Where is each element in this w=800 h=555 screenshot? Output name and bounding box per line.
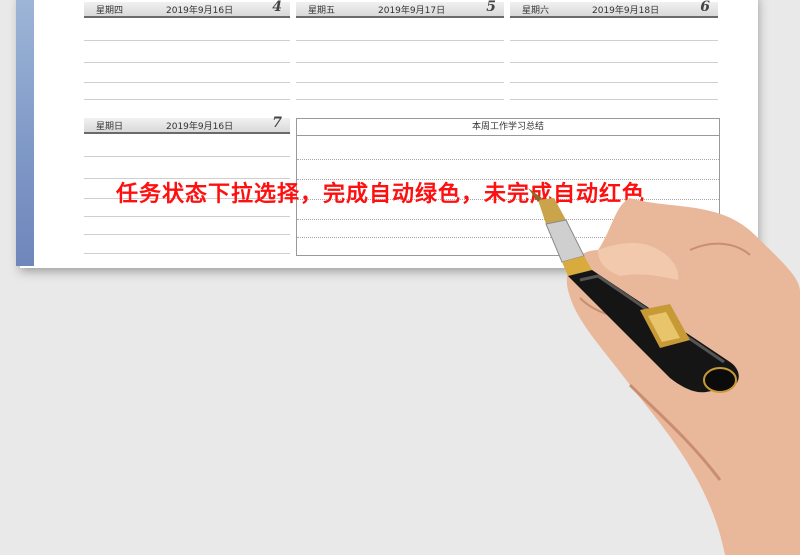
- day-panel-saturday: 星期六 2019年9月18日 6: [510, 0, 718, 100]
- weekday-label: 星期六: [522, 6, 550, 16]
- note-line[interactable]: [84, 156, 290, 157]
- day-panel-friday: 星期五 2019年9月17日 5: [296, 0, 504, 100]
- summary-title: 本周工作学习总结: [297, 119, 719, 136]
- note-line[interactable]: [84, 99, 290, 100]
- day-panel-thursday: 星期四 2019年9月16日 4: [84, 0, 290, 100]
- note-line[interactable]: [296, 62, 504, 63]
- date-label: 2019年9月16日: [166, 6, 234, 16]
- note-line[interactable]: [84, 216, 290, 217]
- note-line[interactable]: [296, 82, 504, 83]
- note-line[interactable]: [84, 253, 290, 254]
- hand-pen-illustration: [528, 188, 800, 555]
- note-line[interactable]: [84, 40, 290, 41]
- day-number: 4: [272, 0, 282, 15]
- note-line[interactable]: [296, 40, 504, 41]
- date-label: 2019年9月18日: [592, 6, 660, 16]
- note-line[interactable]: [510, 99, 718, 100]
- weekday-label: 星期四: [96, 6, 124, 16]
- day-number: 7: [272, 115, 282, 131]
- date-label: 2019年9月17日: [378, 6, 446, 16]
- note-line[interactable]: [510, 40, 718, 41]
- day-header: 星期五 2019年9月17日 5: [296, 0, 504, 18]
- weekday-label: 星期日: [96, 122, 124, 132]
- day-number: 5: [486, 0, 496, 15]
- note-line[interactable]: [296, 99, 504, 100]
- note-line[interactable]: [84, 82, 290, 83]
- weekday-label: 星期五: [308, 6, 336, 16]
- note-line[interactable]: [510, 82, 718, 83]
- day-header: 星期四 2019年9月16日 4: [84, 0, 290, 18]
- day-header: 星期日 2019年9月16日 7: [84, 115, 290, 134]
- note-line[interactable]: [84, 62, 290, 63]
- date-label: 2019年9月16日: [166, 122, 234, 132]
- summary-line[interactable]: [297, 159, 719, 160]
- day-number: 6: [700, 0, 710, 15]
- day-header: 星期六 2019年9月18日 6: [510, 0, 718, 18]
- note-line[interactable]: [510, 62, 718, 63]
- side-color-stripe: [16, 0, 34, 266]
- note-line[interactable]: [84, 234, 290, 235]
